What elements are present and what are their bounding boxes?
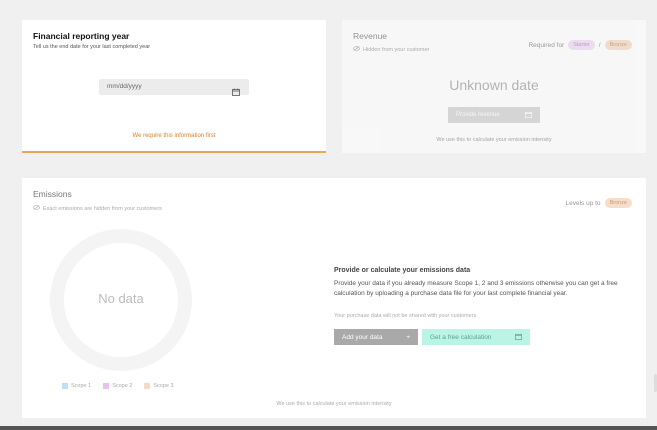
starter-badge: Starter	[568, 40, 595, 50]
revenue-title: Revenue	[353, 31, 388, 41]
levels-up-to: Levels up to Bronze	[565, 198, 632, 208]
legend-label-scope-1: Scope 1	[71, 383, 92, 389]
legend-label-scope-2: Scope 2	[112, 383, 133, 389]
legend-swatch-scope-1	[62, 383, 68, 389]
provide-emissions-description: Provide your data if you already measure…	[334, 280, 618, 297]
revenue-card: Revenue Hidden from your customer Requir…	[342, 20, 646, 153]
provide-emissions-title: Provide or calculate your emissions data	[334, 267, 471, 274]
add-your-data-button[interactable]: Add your data +	[334, 329, 418, 345]
provide-revenue-label: Provide revenue	[456, 112, 500, 118]
revenue-hidden-label: Hidden from your customer	[363, 46, 430, 53]
legend-swatch-scope-2	[103, 383, 110, 389]
bronze-badge: Bronze	[604, 40, 632, 50]
calendar-icon	[525, 111, 532, 120]
free-calculation-label: Get a free calculation	[430, 333, 492, 341]
required-warning: We require this information first	[132, 133, 216, 139]
eye-off-icon	[353, 46, 360, 53]
emissions-card: Emissions Exact emissions are hidden fro…	[22, 178, 646, 418]
bronze-badge: Bronze	[604, 198, 632, 208]
calendar-icon	[515, 333, 522, 342]
emissions-hidden-note: Exact emissions are hidden from your cus…	[33, 205, 162, 212]
plus-icon: +	[406, 333, 410, 341]
emissions-use-note: We use this to calculate your emission i…	[276, 401, 392, 407]
revenue-hidden-note: Hidden from your customer	[353, 46, 429, 53]
eye-off-icon	[33, 205, 40, 212]
levels-label: Levels up to	[565, 199, 601, 207]
legend-swatch-scope-3	[144, 383, 151, 389]
emissions-title: Emissions	[33, 189, 72, 199]
badge-separator: /	[598, 41, 601, 49]
emissions-hidden-label: Exact emissions are hidden from your cus…	[43, 205, 162, 212]
scope-legend: Scope 1 Scope 2 Scope 3	[62, 383, 174, 389]
end-date-input[interactable]: mm/dd/yyyy	[99, 79, 249, 95]
add-your-data-label: Add your data	[342, 333, 383, 341]
revenue-value: Unknown date	[449, 77, 539, 93]
legend-item-scope-1: Scope 1	[62, 383, 91, 389]
provide-revenue-button[interactable]: Provide revenue	[448, 107, 540, 123]
required-label: Required for	[528, 41, 565, 49]
financial-year-subtitle: Tell us the end date for your last compl…	[33, 44, 151, 50]
calendar-icon[interactable]	[232, 83, 240, 101]
legend-item-scope-3: Scope 3	[144, 383, 174, 389]
legend-label-scope-3: Scope 3	[153, 383, 174, 389]
bottom-bar	[0, 426, 657, 430]
no-data-label: No data	[98, 291, 144, 306]
purchase-data-note: Your purchase data will not be shared wi…	[334, 313, 477, 319]
financial-year-title: Financial reporting year	[33, 31, 130, 41]
legend-item-scope-2: Scope 2	[103, 383, 132, 389]
required-for: Required for Starter / Bronze	[528, 40, 632, 50]
revenue-use-note: We use this to calculate your emission i…	[436, 137, 552, 143]
financial-year-card: Financial reporting year Tell us the end…	[22, 20, 326, 153]
free-calculation-button[interactable]: Get a free calculation	[422, 329, 530, 345]
